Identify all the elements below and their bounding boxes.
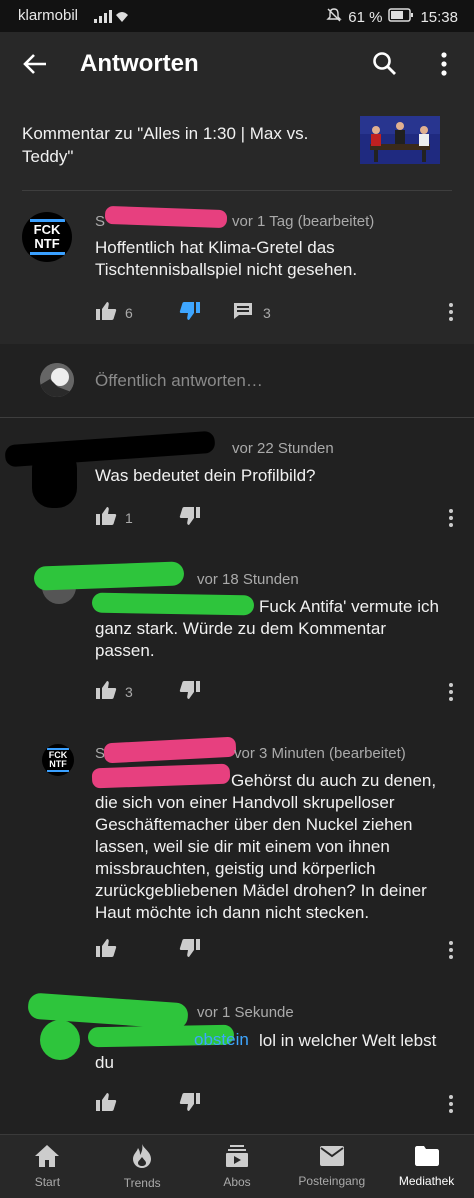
reply-menu-icon[interactable]	[448, 682, 454, 707]
reply-input-row[interactable]: Öffentlich antworten…	[0, 344, 474, 418]
redaction-mark	[104, 205, 228, 229]
nav-label: Abos	[223, 1175, 251, 1189]
nav-abos[interactable]: Abos	[190, 1135, 285, 1198]
video-thumbnail[interactable]	[360, 116, 440, 164]
reply-menu-icon[interactable]	[448, 1094, 454, 1119]
comment-thread-header: Kommentar zu "Alles in 1:30 | Max vs. Te…	[0, 96, 474, 344]
like-icon[interactable]	[95, 680, 117, 703]
reply-item: vor 22 Stunden Was bedeutet dein Profilb…	[0, 418, 474, 546]
reply-menu-icon[interactable]	[448, 940, 454, 965]
avatar[interactable]: FCK NTF	[22, 212, 72, 262]
nav-trends[interactable]: Trends	[95, 1135, 190, 1198]
page-title: Antworten	[80, 50, 199, 77]
nav-posteingang[interactable]: Posteingang	[284, 1135, 379, 1198]
like-icon[interactable]	[95, 1092, 117, 1115]
like-count: 3	[125, 683, 133, 700]
like-icon[interactable]	[95, 506, 117, 529]
library-icon	[414, 1145, 440, 1170]
nav-label: Trends	[123, 1176, 161, 1190]
nav-mediathek[interactable]: Mediathek	[379, 1135, 474, 1198]
video-context-title[interactable]: Kommentar zu "Alles in 1:30 | Max vs. Te…	[22, 122, 342, 168]
flame-icon	[131, 1143, 153, 1172]
dislike-icon[interactable]	[179, 1092, 201, 1115]
reply-item: FCK NTF S vor 3 Minuten (bearbeitet) Geh…	[0, 736, 474, 972]
nav-label: Mediathek	[398, 1174, 455, 1188]
reply-input[interactable]: Öffentlich antworten…	[95, 371, 263, 391]
more-vert-icon[interactable]	[440, 52, 448, 81]
reply-text: lol in welcher Welt lebst du	[95, 1031, 437, 1072]
reply-meta: vor 3 Minuten (bearbeitet)	[234, 745, 406, 762]
nav-label: Start	[34, 1175, 61, 1189]
avatar-text-top: FCK	[33, 222, 61, 237]
dislike-icon[interactable]	[179, 680, 201, 703]
subscriptions-icon	[225, 1144, 249, 1171]
like-icon[interactable]	[95, 938, 117, 961]
carrier-name: klarmobil	[18, 7, 79, 24]
like-count: 6	[125, 304, 133, 321]
author-initial: S	[95, 213, 106, 230]
home-icon	[34, 1144, 60, 1171]
dislike-icon[interactable]	[179, 938, 201, 961]
redaction-mark	[103, 736, 237, 764]
reply-menu-icon[interactable]	[448, 508, 454, 533]
dislike-icon-active[interactable]	[179, 301, 201, 324]
search-icon[interactable]	[372, 51, 398, 82]
avatar[interactable]: FCK NTF	[42, 744, 74, 776]
nav-start[interactable]: Start	[0, 1135, 95, 1198]
own-avatar	[40, 363, 74, 397]
mute-icon	[326, 7, 342, 27]
reply-icon[interactable]	[233, 302, 253, 323]
avatar-text-bottom: NTF	[49, 759, 67, 769]
reply-count: 3	[263, 304, 271, 321]
battery-percent: 61 %	[348, 8, 383, 26]
reply-text: Fuck Antifa' vermute ich ganz stark. Wür…	[95, 597, 439, 660]
reply-meta: vor 18 Stunden	[197, 571, 299, 588]
reply-text: Was bedeutet dein Profilbild?	[95, 466, 316, 485]
divider	[22, 190, 452, 191]
nav-label: Posteingang	[298, 1174, 366, 1188]
comment-text: Hoffentlich hat Klima-Gretel das Tischte…	[95, 238, 358, 279]
avatar-text-bottom: NTF	[34, 236, 60, 251]
redaction-mark	[40, 1020, 80, 1060]
reply-meta: vor 1 Sekunde	[197, 1004, 294, 1021]
redaction-mark	[33, 561, 185, 591]
comment-menu-icon[interactable]	[448, 302, 454, 327]
bottom-navigation: Start Trends Abos Posteingang Mediathek	[0, 1134, 474, 1198]
like-icon[interactable]	[95, 301, 117, 324]
reply-item: vor 18 Stunden Fuck Antifa' vermute ich …	[0, 560, 474, 720]
like-count: 1	[125, 509, 133, 526]
inbox-icon	[319, 1145, 345, 1170]
status-bar: klarmobil 61 % 15:38	[0, 0, 474, 32]
reply-item: vor 1 Sekunde obstein lol in welcher Wel…	[0, 990, 474, 1130]
signal-icon	[94, 9, 128, 27]
redaction-mark	[32, 448, 77, 508]
back-arrow-icon[interactable]	[22, 52, 48, 81]
reply-meta: vor 22 Stunden	[232, 440, 334, 457]
app-bar: Antworten	[0, 32, 474, 96]
reply-text: Gehörst du auch zu denen, die sich von e…	[95, 771, 437, 922]
clock: 15:38	[420, 8, 458, 26]
dislike-icon[interactable]	[179, 506, 201, 529]
comment-meta: vor 1 Tag (bearbeitet)	[232, 213, 375, 230]
battery-icon	[388, 8, 414, 26]
